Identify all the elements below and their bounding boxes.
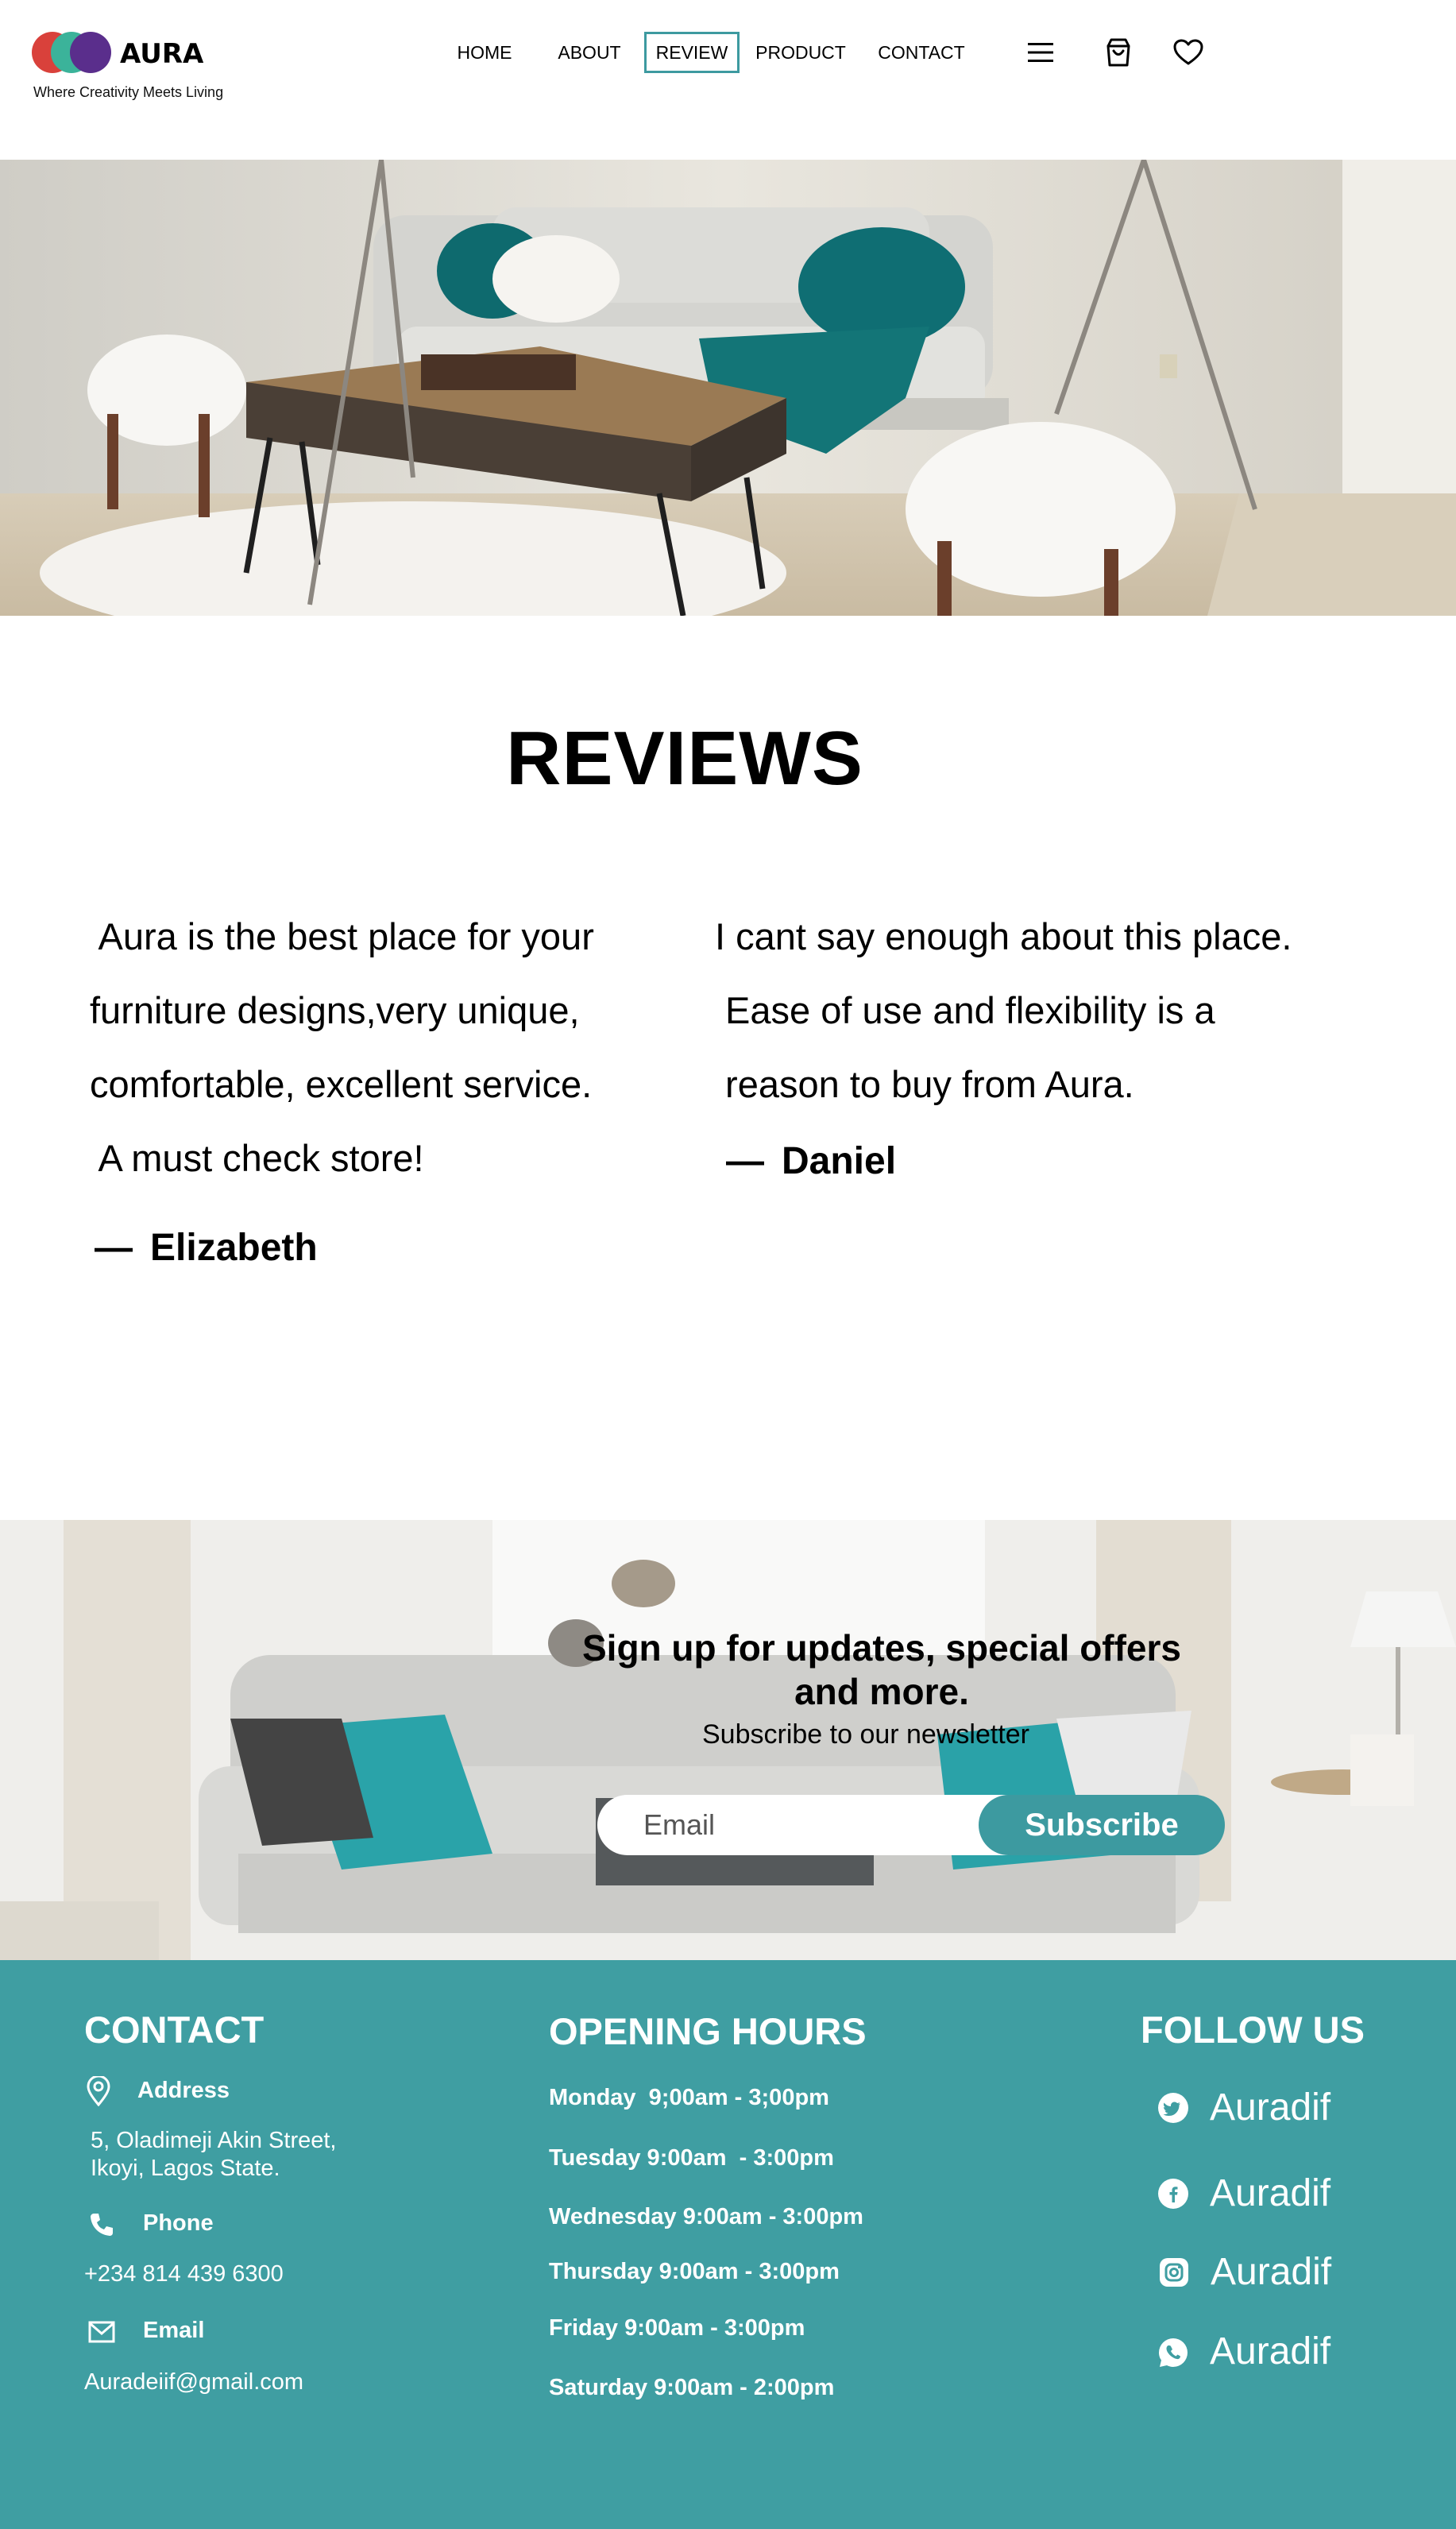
footer-follow-heading: FOLLOW US: [1141, 2009, 1365, 2051]
review-text-line: Ease of use and flexibility is a: [715, 989, 1215, 1031]
phone-label: Phone: [143, 2210, 214, 2236]
newsletter-title: Sign up for updates, special offers and …: [581, 1627, 1181, 1712]
living-room-photo: [0, 160, 1456, 616]
location-pin-icon: [83, 2075, 114, 2107]
nav-review[interactable]: REVIEW: [644, 32, 740, 73]
hours-line: Monday 9;00am - 3;00pm: [549, 2085, 829, 2110]
review-card: Aura is the best place for your furnitur…: [90, 899, 646, 1285]
review-text-line: reason to buy from Aura.: [715, 1063, 1134, 1105]
whatsapp-icon: [1157, 2337, 1189, 2369]
author-dash: —: [95, 1227, 133, 1269]
footer-contact-heading: CONTACT: [84, 2009, 265, 2051]
phone-icon: [86, 2209, 118, 2241]
author-dash: —: [726, 1140, 764, 1182]
mail-icon: [86, 2316, 118, 2348]
social-handle: Auradif: [1211, 2251, 1332, 2293]
email-address[interactable]: Auradeiif@gmail.com: [84, 2369, 303, 2396]
review-text-line: Aura is the best place for your: [90, 915, 594, 957]
main-nav: HOME ABOUT REVIEW PRODUCT CONTACT: [0, 32, 1033, 73]
hours-line: Saturday 9:00am - 2:00pm: [549, 2375, 835, 2400]
review-author-name: Daniel: [782, 1140, 897, 1182]
social-handle: Auradif: [1210, 2086, 1331, 2129]
review-text-line: A must check store!: [90, 1137, 424, 1179]
review-author: — Daniel: [726, 1124, 1334, 1198]
instagram-icon: [1158, 2256, 1190, 2288]
email-label: Email: [143, 2318, 205, 2343]
subscribe-button[interactable]: Subscribe: [979, 1795, 1225, 1855]
address-line: Ikoyi, Lagos State.: [91, 2156, 280, 2181]
review-author: — Elizabeth: [95, 1211, 646, 1285]
hours-line: Friday 9:00am - 3:00pm: [549, 2315, 805, 2341]
review-text-line: I cant say enough about this place.: [715, 915, 1292, 957]
hours-line: Tuesday 9:00am - 3:00pm: [549, 2145, 834, 2171]
phone-number[interactable]: +234 814 439 6300: [84, 2260, 284, 2288]
site-header: AURA Where Creativity Meets Living HOME …: [0, 0, 1456, 159]
brand-tagline: Where Creativity Meets Living: [33, 84, 224, 100]
address-line: 5, Oladimeji Akin Street,: [91, 2128, 337, 2153]
review-text-line: comfortable, excellent service.: [90, 1063, 593, 1105]
facebook-icon: [1157, 2178, 1189, 2210]
hero-image: [0, 160, 1456, 616]
hours-line: Thursday 9:00am - 3:00pm: [549, 2259, 840, 2284]
nav-home[interactable]: HOME: [445, 32, 524, 73]
social-handle: Auradif: [1210, 2172, 1331, 2214]
site-footer: CONTACT Address 5, Oladimeji Akin Street…: [0, 1960, 1456, 2529]
newsletter-email-input[interactable]: [597, 1795, 1034, 1855]
menu-icon[interactable]: [1023, 35, 1058, 70]
reviews-title: REVIEWS: [506, 716, 863, 801]
heart-icon[interactable]: [1171, 35, 1206, 70]
nav-about[interactable]: ABOUT: [550, 32, 629, 73]
review-card: I cant say enough about this place. Ease…: [715, 899, 1334, 1198]
review-author-name: Elizabeth: [150, 1227, 318, 1269]
hours-line: Wednesday 9:00am - 3:00pm: [549, 2204, 863, 2229]
nav-contact[interactable]: CONTACT: [872, 32, 971, 73]
address-label: Address: [137, 2078, 230, 2103]
twitter-icon: [1157, 2092, 1189, 2124]
nav-product[interactable]: PRODUCT: [755, 32, 847, 73]
shopping-bag-icon[interactable]: [1101, 35, 1136, 70]
review-text-line: furniture designs,very unique,: [90, 989, 580, 1031]
footer-hours-heading: OPENING HOURS: [549, 2010, 867, 2052]
newsletter-subtitle: Subscribe to our newsletter: [702, 1719, 1029, 1750]
social-handle: Auradif: [1210, 2330, 1331, 2372]
